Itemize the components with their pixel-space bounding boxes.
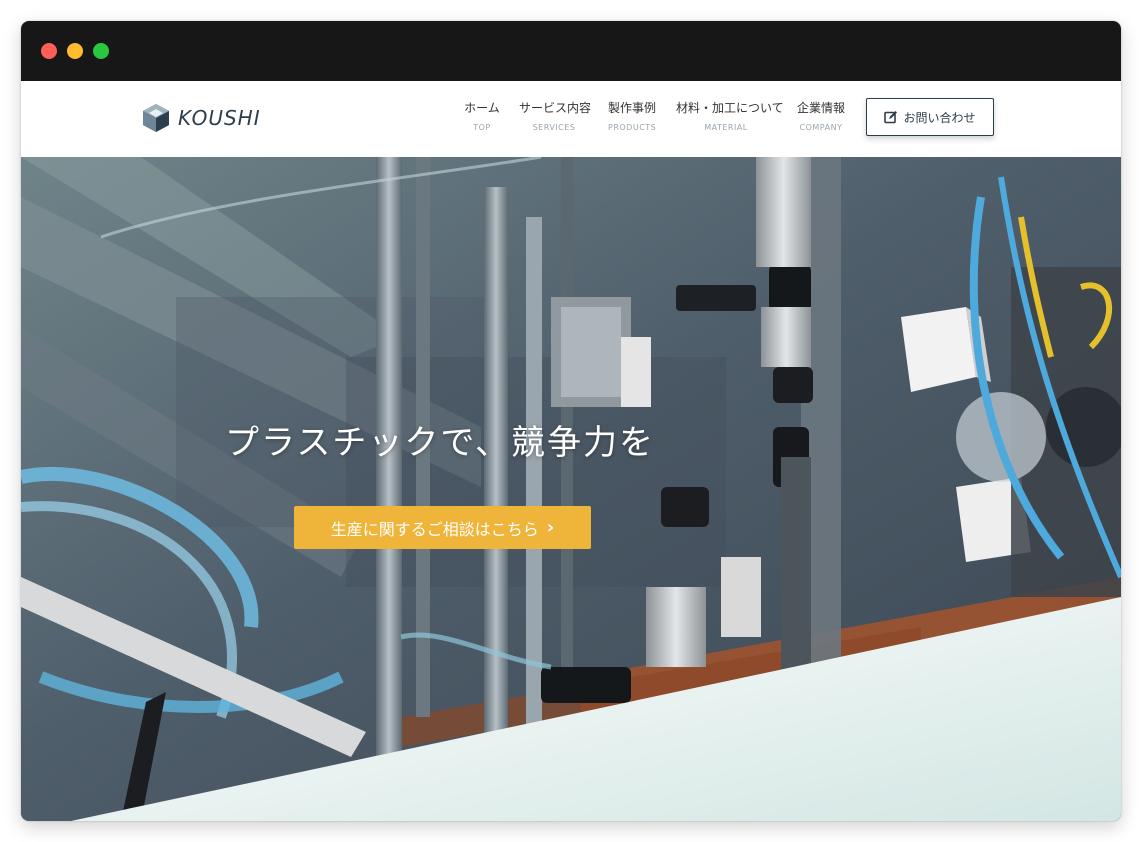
consultation-button[interactable]: 生産に関するご相談はこちら › bbox=[294, 506, 591, 549]
consultation-button-label: 生産に関するご相談はこちら bbox=[330, 519, 539, 539]
hero-background-image bbox=[21, 157, 1121, 821]
nav-sublabel: MATERIAL bbox=[704, 123, 748, 132]
nav-label: 製作事例 bbox=[608, 101, 657, 115]
close-window-button[interactable] bbox=[41, 43, 57, 59]
nav-label: 材料・加工について bbox=[676, 101, 784, 115]
browser-window: KOUSHI ホーム TOP サービス内容 SERVICES 製作事例 PROD… bbox=[21, 21, 1121, 821]
nav-item-services[interactable]: サービス内容 SERVICES bbox=[519, 101, 592, 133]
chevron-right-icon: › bbox=[546, 517, 555, 538]
nav-label: 企業情報 bbox=[796, 101, 845, 115]
site-header: KOUSHI ホーム TOP サービス内容 SERVICES 製作事例 PROD… bbox=[21, 81, 1121, 158]
minimize-window-button[interactable] bbox=[67, 43, 83, 59]
hero-title: プラスチックで、競争力を bbox=[225, 423, 655, 463]
hero-section: プラスチックで、競争力を 生産に関するご相談はこちら › bbox=[21, 157, 1121, 821]
nav-label: ホーム bbox=[464, 101, 500, 115]
nav-sublabel: PRODUCTS bbox=[608, 123, 657, 132]
contact-button-label: お問い合わせ bbox=[903, 110, 976, 125]
nav-sublabel: SERVICES bbox=[532, 123, 576, 132]
nav-item-products[interactable]: 製作事例 PRODUCTS bbox=[608, 101, 656, 133]
contact-button[interactable]: お問い合わせ bbox=[866, 98, 994, 136]
maximize-window-button[interactable] bbox=[93, 43, 109, 59]
nav-label: サービス内容 bbox=[519, 101, 592, 115]
window-titlebar bbox=[21, 21, 1121, 81]
nav-sublabel: TOP bbox=[473, 123, 491, 132]
edit-icon bbox=[884, 111, 898, 124]
nav-item-material[interactable]: 材料・加工について MATERIAL bbox=[676, 101, 784, 133]
nav-item-company[interactable]: 企業情報 COMPANY bbox=[796, 101, 846, 133]
nav-item-top[interactable]: ホーム TOP bbox=[464, 101, 500, 133]
nav-sublabel: COMPANY bbox=[799, 123, 843, 132]
